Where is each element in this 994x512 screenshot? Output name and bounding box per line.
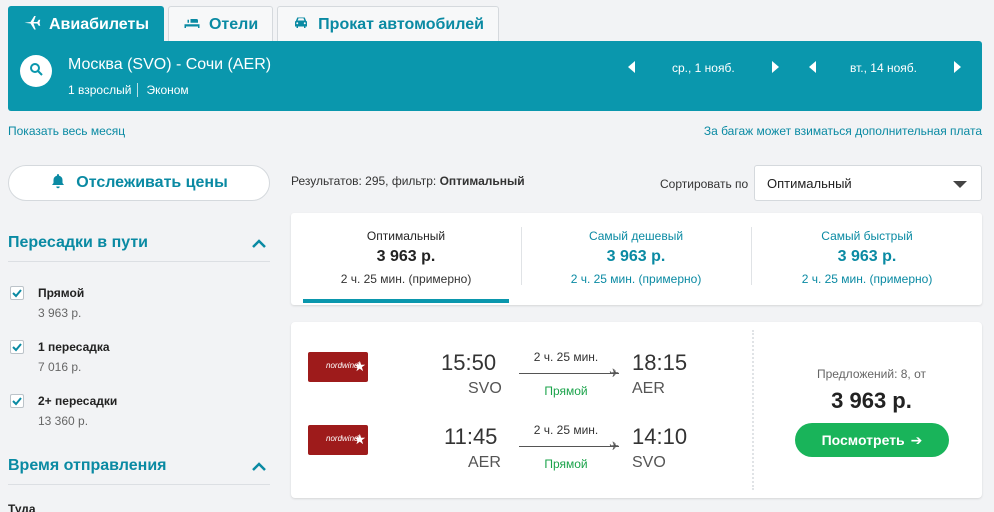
return-prev-arrow[interactable] bbox=[809, 61, 816, 73]
car-icon bbox=[292, 13, 310, 36]
stops-two-plus-price: 13 360 р. bbox=[38, 414, 89, 428]
stops-info: Прямой bbox=[544, 384, 588, 398]
return-next-arrow[interactable] bbox=[954, 61, 961, 73]
route-text: Москва (SVO) - Сочи (AER) bbox=[68, 56, 272, 73]
depart-prev-arrow[interactable] bbox=[628, 61, 635, 73]
caret-down-icon bbox=[953, 181, 967, 188]
stops-section-title[interactable]: Пересадки в пути bbox=[8, 234, 148, 252]
checkmark-icon bbox=[12, 397, 22, 406]
track-prices-button[interactable]: Отслеживать цены bbox=[8, 165, 270, 201]
departure-outbound-label: Туда bbox=[8, 502, 36, 512]
checkmark-icon bbox=[12, 343, 22, 352]
depart-date[interactable]: ср., 1 нояб. bbox=[672, 61, 735, 75]
sort-tab-title: Оптимальный bbox=[366, 229, 446, 243]
arrival-time: 14:10 bbox=[632, 424, 688, 449]
tab-flights[interactable]: Авиабилеты bbox=[8, 6, 164, 42]
stops-two-plus-label[interactable]: 2+ пересадки bbox=[38, 394, 117, 408]
sort-tab-title: Самый быстрый bbox=[821, 229, 913, 243]
plane-icon: ✈ bbox=[609, 439, 620, 453]
chevron-up-icon[interactable] bbox=[252, 460, 266, 474]
arrival-airport: SVO bbox=[632, 454, 666, 471]
search-summary[interactable]: Москва (SVO) - Сочи (AER) 1 взрослый Эко… bbox=[8, 41, 982, 111]
stops-one-price: 7 016 р. bbox=[38, 360, 82, 374]
tab-car-rental-label: Прокат автомобилей bbox=[318, 15, 484, 33]
ticket-card[interactable]: nordwind ★ 15:50 SVO 2 ч. 25 мин. ✈ Прям… bbox=[291, 322, 982, 498]
flight-duration: 2 ч. 25 мин. bbox=[533, 423, 599, 437]
star-icon: ★ bbox=[353, 431, 366, 447]
stops-direct-label[interactable]: Прямой bbox=[38, 286, 84, 300]
sort-tab-title: Самый дешевый bbox=[588, 229, 684, 243]
departure-time-section-title[interactable]: Время отправления bbox=[8, 457, 167, 475]
checkmark-icon bbox=[12, 289, 22, 298]
tab-flights-label: Авиабилеты bbox=[49, 15, 149, 33]
route-line bbox=[519, 446, 619, 447]
results-count: Результатов: 295, фильтр: bbox=[291, 174, 440, 188]
product-tabs: Авиабилеты Отели Прокат автомобилей bbox=[8, 6, 503, 42]
departure-airport: SVO bbox=[468, 380, 502, 397]
stops-two-plus-checkbox[interactable] bbox=[10, 394, 24, 408]
chevron-up-icon[interactable] bbox=[252, 237, 266, 251]
stops-direct-price: 3 963 р. bbox=[38, 306, 82, 320]
search-icon bbox=[29, 62, 43, 81]
sort-tab-price: 3 963 р. bbox=[837, 248, 897, 265]
sort-select-value: Оптимальный bbox=[767, 176, 852, 191]
sort-tabs: Оптимальный 3 963 р. 2 ч. 25 мин. (приме… bbox=[291, 213, 982, 305]
sort-tab-optimal[interactable]: Оптимальный 3 963 р. 2 ч. 25 мин. (приме… bbox=[291, 213, 521, 305]
arrow-right-icon: ➔ bbox=[910, 431, 923, 448]
ticket-divider bbox=[752, 330, 754, 490]
tab-hotels[interactable]: Отели bbox=[167, 6, 274, 42]
tab-car-rental[interactable]: Прокат автомобилей bbox=[277, 6, 499, 42]
bell-icon bbox=[50, 173, 66, 194]
passengers-text: 1 взрослый bbox=[68, 83, 132, 97]
airline-logo: nordwind ★ bbox=[308, 425, 368, 455]
airline-logo: nordwind ★ bbox=[308, 352, 368, 382]
sort-tab-cheapest[interactable]: Самый дешевый 3 963 р. 2 ч. 25 мин. (при… bbox=[521, 213, 751, 305]
star-icon: ★ bbox=[353, 358, 366, 374]
sort-select[interactable]: Оптимальный bbox=[754, 165, 982, 201]
flight-duration: 2 ч. 25 мин. bbox=[533, 350, 599, 364]
view-offer-label: Посмотреть bbox=[821, 432, 905, 448]
track-prices-label: Отслеживать цены bbox=[76, 174, 228, 191]
sort-tab-duration: 2 ч. 25 мин. (примерно) bbox=[801, 272, 933, 286]
sort-tab-price: 3 963 р. bbox=[606, 248, 666, 265]
stops-direct-checkbox[interactable] bbox=[10, 286, 24, 300]
baggage-fee-link[interactable]: За багаж может взиматься дополнительная … bbox=[704, 124, 982, 138]
stops-info: Прямой bbox=[544, 457, 588, 471]
search-button[interactable] bbox=[20, 55, 52, 87]
tab-hotels-label: Отели bbox=[208, 15, 259, 33]
results-filter: Оптимальный bbox=[439, 174, 525, 188]
sort-tab-fastest[interactable]: Самый быстрый 3 963 р. 2 ч. 25 мин. (при… bbox=[752, 213, 982, 305]
sort-tab-price: 3 963 р. bbox=[376, 248, 436, 265]
sort-label: Сортировать по bbox=[660, 177, 749, 191]
route-line bbox=[519, 373, 619, 374]
departure-time: 11:45 bbox=[444, 424, 498, 449]
plane-icon: ✈ bbox=[609, 366, 620, 380]
divider bbox=[8, 484, 270, 485]
plane-icon bbox=[23, 13, 41, 36]
return-date[interactable]: вт., 14 нояб. bbox=[850, 61, 917, 75]
bed-icon bbox=[183, 13, 201, 36]
divider bbox=[8, 261, 270, 262]
departure-airport: AER bbox=[468, 454, 501, 471]
sort-tab-duration: 2 ч. 25 мин. (примерно) bbox=[340, 272, 472, 286]
arrival-time: 18:15 bbox=[632, 350, 688, 375]
stops-one-checkbox[interactable] bbox=[10, 340, 24, 354]
show-month-link[interactable]: Показать весь месяц bbox=[8, 124, 125, 138]
active-tab-indicator bbox=[303, 299, 509, 303]
view-offer-button[interactable]: Посмотреть ➔ bbox=[795, 423, 949, 457]
sort-tab-duration: 2 ч. 25 мин. (примерно) bbox=[570, 272, 702, 286]
depart-next-arrow[interactable] bbox=[772, 61, 779, 73]
stops-one-label[interactable]: 1 пересадка bbox=[38, 340, 110, 354]
results-summary: Результатов: 295, фильтр: Оптимальный bbox=[291, 174, 525, 188]
cabin-text: Эконом bbox=[137, 83, 189, 97]
offers-count: Предложений: 8, от bbox=[816, 367, 927, 381]
arrival-airport: AER bbox=[632, 380, 665, 397]
ticket-price: 3 963 р. bbox=[831, 388, 912, 413]
departure-time: 15:50 bbox=[441, 350, 497, 375]
